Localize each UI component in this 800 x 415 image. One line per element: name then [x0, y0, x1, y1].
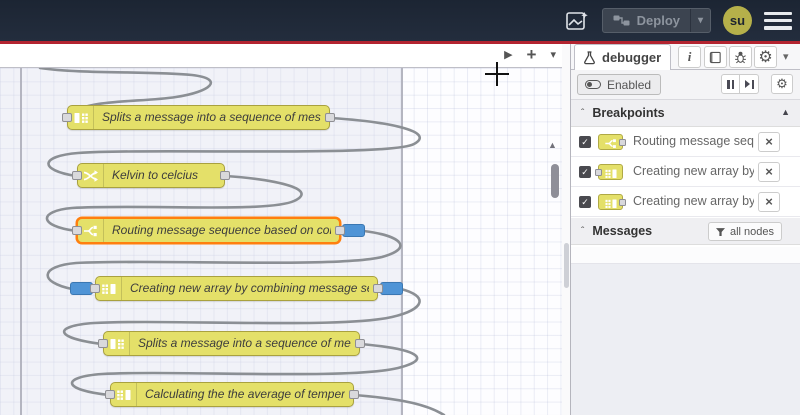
separator-grip-handle[interactable] — [563, 243, 569, 288]
tab-debugger[interactable]: debugger — [574, 44, 671, 70]
breakpoint-row[interactable]: ✓ Creating new array by combining messag… — [571, 157, 800, 187]
user-avatar[interactable]: su — [723, 6, 752, 35]
breakpoint-row[interactable]: ✓ Routing message sequence based on cond… — [571, 127, 800, 157]
output-breakpoint-marker[interactable] — [380, 282, 403, 295]
node-label: Splits a message into a sequence of mess… — [102, 110, 321, 124]
add-flow-button[interactable]: + — [527, 46, 537, 63]
mini-output-port — [619, 198, 626, 206]
gear-icon[interactable]: ⚙ — [754, 46, 777, 68]
messages-section-header[interactable]: ˆ︎ Messages all nodes — [571, 218, 800, 245]
remove-breakpoint-button[interactable]: × — [758, 132, 780, 152]
sidebar-separator[interactable] — [562, 44, 570, 415]
flow-tabbar: ▶ + ▾ — [0, 44, 562, 68]
pause-button[interactable] — [721, 74, 740, 94]
pause-icon — [727, 79, 730, 89]
remove-breakpoint-button[interactable]: × — [758, 192, 780, 212]
canvas-scroll-up-icon[interactable]: ▲ — [548, 140, 557, 150]
flow-node-split[interactable]: Splits a message into a sequence of mess… — [62, 105, 335, 130]
node-output-port[interactable] — [349, 390, 359, 399]
node-output-port[interactable] — [325, 113, 335, 122]
mini-output-port — [619, 138, 626, 146]
sidebar: debugger i ⚙ ▾ Enabled ⚙ ˆ︎ Breakpoints … — [570, 44, 800, 415]
join-icon — [605, 168, 617, 178]
breakpoint-label: Creating new array by combining message … — [633, 194, 754, 208]
flask-icon — [584, 50, 595, 64]
breakpoint-checkbox[interactable]: ✓ — [579, 136, 591, 148]
section-title: Messages — [592, 224, 653, 238]
flow-node-change[interactable]: Kelvin to celcius — [72, 163, 230, 188]
info-icon[interactable]: i — [678, 46, 701, 68]
node-input-port[interactable] — [98, 339, 108, 348]
node-input-port[interactable] — [62, 113, 72, 122]
deploy-label: Deploy — [636, 13, 680, 28]
breakpoint-label: Routing message sequence based on condit… — [633, 134, 754, 148]
breakpoint-checkbox[interactable]: ✓ — [579, 166, 591, 178]
bug-icon[interactable] — [729, 46, 752, 68]
deploy-options-caret[interactable]: ▾ — [690, 9, 710, 32]
canvas-scrollbar-thumb[interactable] — [551, 164, 559, 198]
funnel-icon — [715, 227, 725, 236]
book-icon[interactable] — [704, 46, 727, 68]
mini-input-port — [595, 168, 602, 176]
toggle-icon — [585, 80, 601, 89]
flow-node-join[interactable]: Calculating the the average of temperatu… — [105, 382, 359, 407]
deploy-button[interactable]: Deploy ▾ — [601, 8, 711, 33]
node-input-port[interactable] — [72, 171, 82, 180]
node-label: Routing message sequence based on condit… — [112, 223, 331, 237]
tab-label: debugger — [602, 50, 662, 65]
mini-node-switch — [598, 134, 626, 150]
flow-canvas[interactable]: Splits a message into a sequence of mess… — [0, 68, 562, 415]
output-breakpoint-marker[interactable] — [342, 224, 365, 237]
remove-breakpoint-button[interactable]: × — [758, 162, 780, 182]
node-input-port[interactable] — [72, 226, 82, 235]
crosshair-cursor — [496, 62, 498, 86]
tab-scroll-icon[interactable]: ▶ — [504, 50, 512, 61]
node-input-port[interactable] — [90, 284, 100, 293]
breakpoints-section-header[interactable]: ˆ︎ Breakpoints ▲ — [571, 100, 800, 127]
node-label: Splits a message into a sequence of mess… — [138, 336, 351, 350]
debugger-enabled-toggle[interactable]: Enabled — [577, 74, 662, 95]
debugger-toolbar: Enabled ⚙ — [571, 70, 800, 100]
section-title: Breakpoints — [592, 106, 665, 120]
app-header: Deploy ▾ su — [0, 0, 800, 41]
deploy-node-icon — [613, 15, 630, 26]
breakpoint-checkbox[interactable]: ✓ — [579, 196, 591, 208]
enabled-label: Enabled — [607, 77, 652, 92]
sidebar-tabbar: debugger i ⚙ ▾ — [571, 44, 800, 70]
node-label: Creating new array by combining message … — [130, 281, 369, 295]
flow-node-split[interactable]: Splits a message into a sequence of mess… — [98, 331, 365, 356]
node-output-port[interactable] — [335, 226, 345, 235]
list-scroll-up-icon[interactable]: ▲ — [781, 107, 790, 117]
filter-label: all nodes — [729, 225, 774, 238]
wire[interactable] — [352, 393, 446, 415]
mini-node-join — [598, 194, 626, 210]
sidebar-menu-caret-icon[interactable]: ▾ — [783, 50, 789, 63]
switch-icon — [605, 138, 616, 148]
debugger-settings-button[interactable]: ⚙ — [771, 74, 793, 94]
flow-list-caret-icon[interactable]: ▾ — [550, 50, 556, 61]
node-output-port[interactable] — [373, 284, 383, 293]
join-icon — [605, 198, 617, 208]
chevron-down-icon: ˆ︎ — [581, 107, 585, 119]
sidebar-background — [571, 264, 800, 415]
messages-empty-list — [571, 247, 800, 264]
breakpoint-row[interactable]: ✓ Creating new array by combining messag… — [571, 187, 800, 217]
node-red-editor: Deploy ▾ su ▶ + ▾ Splits a message into … — [0, 0, 800, 415]
step-icon — [744, 80, 750, 88]
flow-node-switch[interactable]: Routing message sequence based on condit… — [72, 218, 365, 243]
chevron-down-icon: ˆ︎ — [581, 225, 585, 237]
export-image-icon[interactable] — [564, 8, 590, 34]
node-label: Kelvin to celcius — [112, 168, 199, 182]
avatar-initials: su — [729, 13, 746, 28]
node-output-port[interactable] — [355, 339, 365, 348]
node-output-port[interactable] — [220, 171, 230, 180]
step-button[interactable] — [740, 74, 759, 94]
flow-node-join[interactable]: Creating new array by combining message … — [70, 276, 403, 301]
main-menu-icon[interactable] — [764, 10, 792, 32]
breakpoint-label: Creating new array by combining message … — [633, 164, 754, 178]
node-label: Calculating the the average of temperatu… — [145, 387, 345, 401]
mini-node-join — [595, 164, 623, 180]
message-filter-button[interactable]: all nodes — [707, 222, 782, 241]
node-input-port[interactable] — [105, 390, 115, 399]
